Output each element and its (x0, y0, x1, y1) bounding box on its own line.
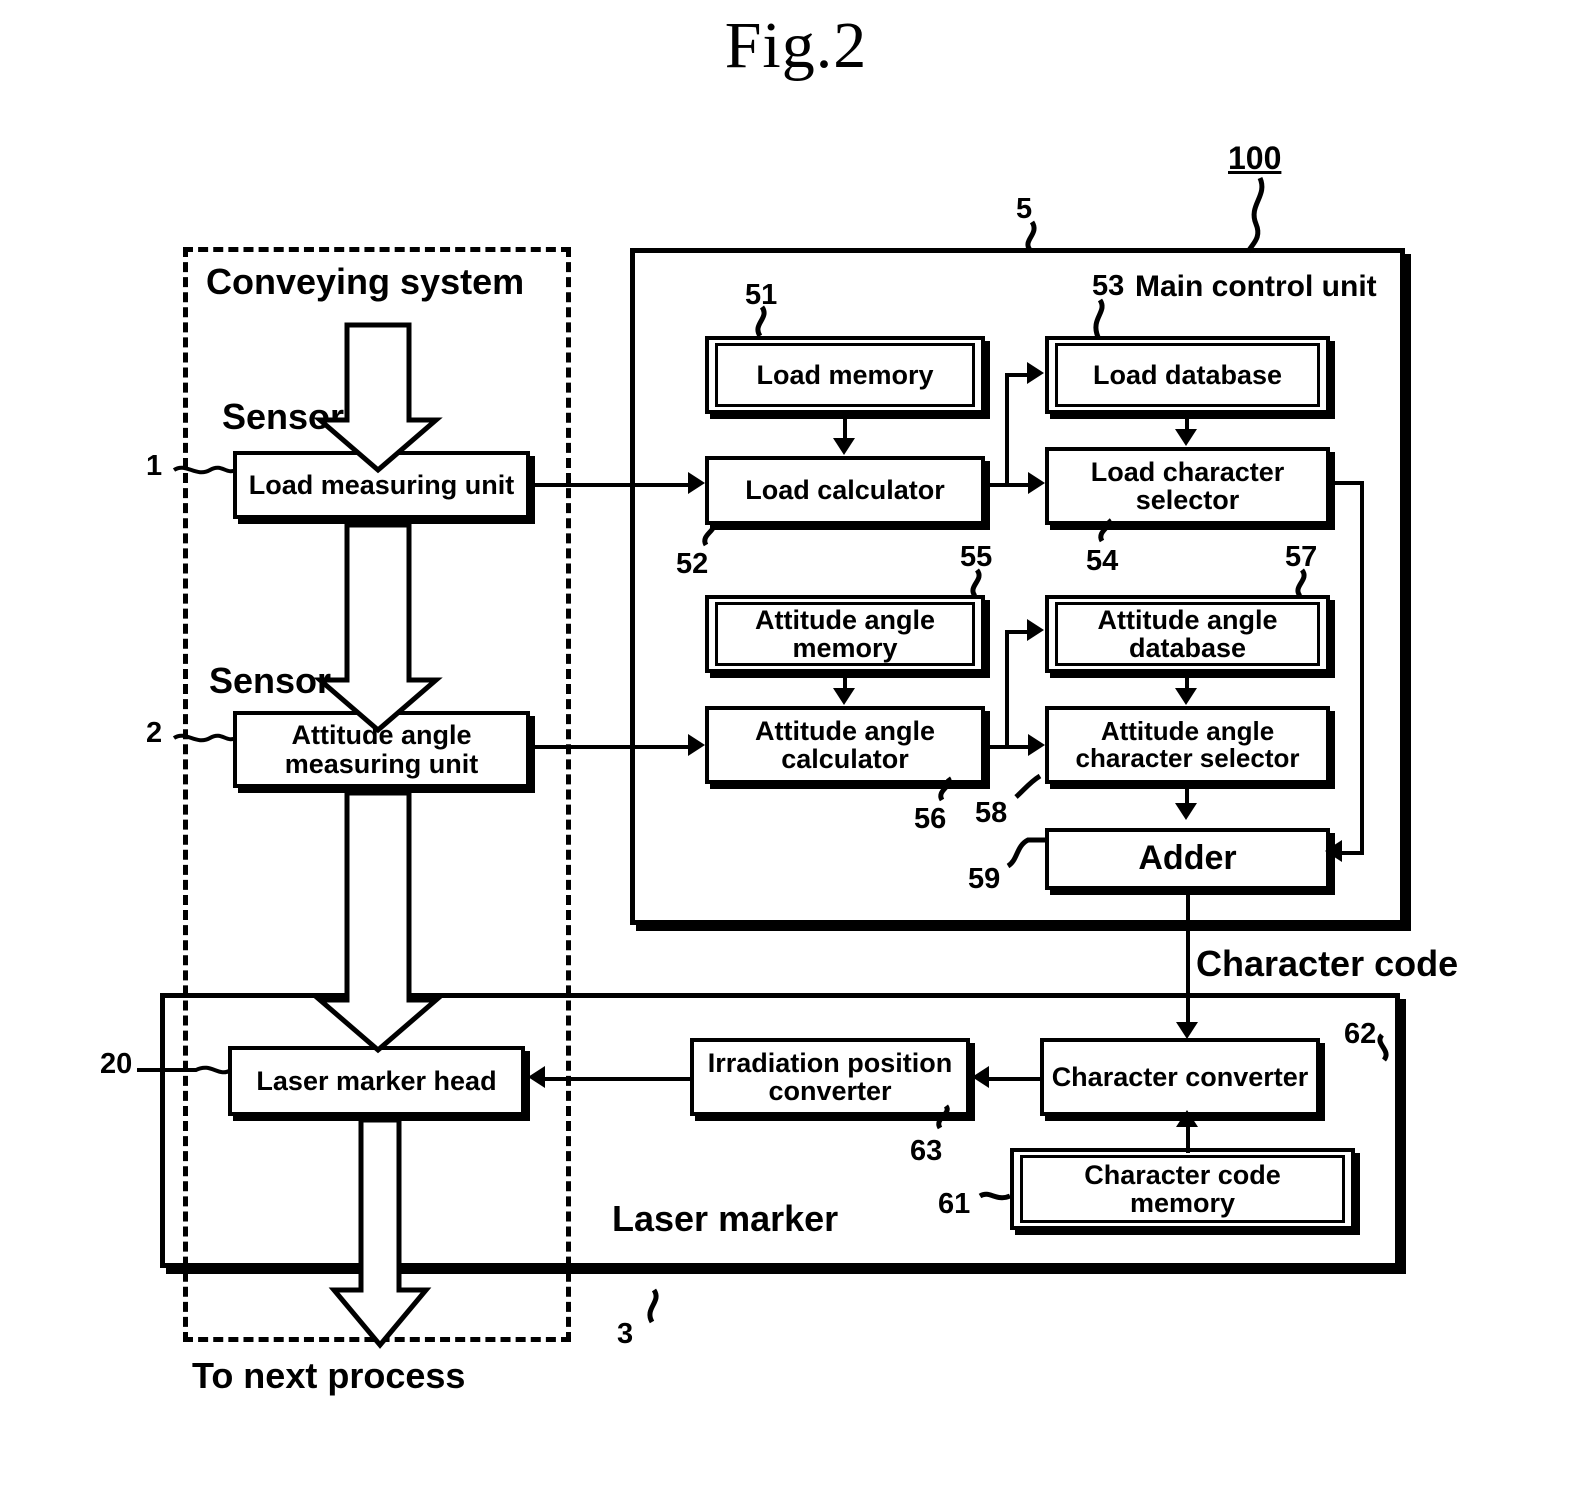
line-load-sel-to-adder (1340, 851, 1364, 855)
load-measuring-unit-block[interactable]: Load measuring unit (233, 451, 530, 519)
arrow-to-att-db (1027, 619, 1044, 641)
character-code-label: Character code (1196, 943, 1459, 984)
load-calculator-block[interactable]: Load calculator (705, 456, 985, 525)
line-adder-to-char-conv (1186, 890, 1190, 1030)
ref-load-measuring-unit-1: 1 (146, 450, 163, 482)
arrow-code-mem-to-conv (1176, 1110, 1198, 1127)
laser-marker-label: Laser marker (612, 1198, 839, 1239)
arrow-att-db-to-sel (1175, 688, 1197, 705)
leader-100 (1245, 176, 1265, 254)
arrow-irr-to-head (528, 1066, 545, 1088)
load-calculator-label: Load calculator (745, 475, 945, 506)
attitude-angle-memory-line1: Attitude angle (755, 604, 935, 635)
leader-5 (1025, 220, 1037, 252)
load-memory-block[interactable]: Load memory (705, 336, 985, 414)
character-code-memory-line2: memory (1129, 1188, 1236, 1218)
ref-irradiation-position-converter-63: 63 (910, 1135, 943, 1167)
load-measuring-unit-label: Load measuring unit (248, 469, 515, 500)
attitude-angle-character-selector-block[interactable]: Attitude angle character selector (1045, 706, 1330, 784)
attitude-angle-database-line1: Attitude angle (1097, 604, 1278, 635)
load-character-selector-block[interactable]: Load character selector (1045, 447, 1330, 525)
irradiation-position-converter-line2: converter (768, 1076, 892, 1106)
line-load-sel-right (1330, 481, 1364, 485)
line-char-conv-to-irr (988, 1077, 1040, 1081)
laser-marker-head-label: Laser marker head (256, 1065, 497, 1096)
arrow-amu-to-att-calc (688, 734, 705, 756)
character-converter-label: Character converter (1051, 1061, 1309, 1092)
attitude-angle-calculator-line1: Attitude angle (755, 715, 935, 746)
main-control-unit-label: Main control unit (1135, 270, 1377, 303)
conveying-system-label: Conveying system (206, 261, 525, 302)
ref-main-control-unit-5: 5 (1016, 193, 1033, 225)
ref-attitude-angle-character-selector-58: 58 (975, 797, 1008, 829)
sensor-label-1: Sensor (222, 396, 345, 437)
ref-load-calculator-52: 52 (676, 548, 709, 580)
load-character-selector-line2: selector (1135, 485, 1240, 515)
line-irr-to-head (545, 1077, 690, 1081)
ref-load-memory-51: 51 (745, 279, 778, 311)
arrow-att-mem-to-calc (833, 688, 855, 705)
attitude-angle-calculator-block[interactable]: Attitude angle calculator (705, 706, 985, 784)
ref-character-code-memory-61: 61 (938, 1188, 971, 1220)
character-code-memory-block[interactable]: Character code memory (1010, 1148, 1355, 1230)
arrow-att-calc-to-sel (1028, 734, 1045, 756)
attitude-angle-memory-line2: memory (792, 633, 898, 663)
arrow-load-db-to-sel (1175, 429, 1197, 446)
arrow-char-conv-to-irr (972, 1066, 989, 1088)
attitude-angle-character-selector-line2: character selector (1075, 743, 1300, 773)
ref-laser-marker-head-20: 20 (100, 1048, 133, 1080)
ref-attitude-angle-calculator-56: 56 (914, 803, 947, 835)
line-to-load-db (1005, 373, 1029, 377)
leader-3 (647, 1288, 659, 1324)
arrow-adder-to-char-conv (1176, 1022, 1198, 1039)
ref-attitude-measuring-unit-2: 2 (146, 717, 163, 749)
line-amu-to-att-calc (530, 745, 688, 749)
character-converter-block[interactable]: Character converter (1040, 1038, 1320, 1116)
ref-character-converter-62: 62 (1344, 1018, 1377, 1050)
attitude-angle-measuring-unit-block[interactable]: Attitude angle measuring unit (233, 711, 530, 788)
line-load-calc-up (1005, 373, 1009, 485)
attitude-angle-database-line2: database (1128, 633, 1247, 663)
load-database-label: Load database (1092, 359, 1283, 390)
figure-title: Fig.2 (724, 9, 868, 82)
line-load-sel-down (1360, 481, 1364, 853)
attitude-angle-memory-block[interactable]: Attitude angle memory (705, 595, 985, 673)
load-database-block[interactable]: Load database (1045, 336, 1330, 414)
arrow-load-calc-to-sel (1028, 472, 1045, 494)
attitude-measuring-unit-line1: Attitude angle (291, 720, 472, 751)
arrow-att-sel-to-adder (1175, 803, 1197, 820)
adder-block[interactable]: Adder (1045, 828, 1330, 890)
sensor-label-2: Sensor (209, 660, 332, 701)
character-code-memory-line1: Character code (1084, 1159, 1281, 1190)
to-next-process-label: To next process (192, 1355, 466, 1396)
laser-marker-head-block[interactable]: Laser marker head (228, 1046, 525, 1116)
ref-load-character-selector-54: 54 (1086, 545, 1119, 577)
ref-load-database-53: 53 (1092, 270, 1125, 302)
ref-attitude-angle-database-57: 57 (1285, 541, 1318, 573)
arrow-load-mem-to-calc (833, 438, 855, 455)
load-character-selector-line1: Load character (1090, 456, 1285, 487)
arrow-load-sel-to-adder (1325, 840, 1342, 862)
line-att-calc-up (1005, 630, 1009, 747)
patent-figure-page: Fig.2 100 5 Conveying system Main contro… (0, 0, 1592, 1511)
attitude-angle-database-block[interactable]: Attitude angle database (1045, 595, 1330, 673)
ref-system-100: 100 (1228, 140, 1282, 176)
line-to-att-db (1005, 630, 1029, 634)
adder-label: Adder (1138, 839, 1237, 878)
ref-laser-marker-3: 3 (617, 1318, 634, 1350)
arrow-lmu-to-load-calc (688, 472, 705, 494)
attitude-measuring-unit-line2: measuring unit (284, 748, 479, 779)
attitude-angle-calculator-line2: calculator (781, 744, 909, 774)
ref-adder-59: 59 (968, 863, 1001, 895)
load-memory-label: Load memory (756, 359, 934, 390)
irradiation-position-converter-line1: Irradiation position (707, 1047, 953, 1078)
ref-attitude-angle-memory-55: 55 (960, 541, 993, 573)
arrow-to-load-db (1027, 362, 1044, 384)
line-code-mem-to-conv (1186, 1125, 1190, 1153)
attitude-angle-character-selector-line1: Attitude angle (1100, 715, 1275, 746)
line-lmu-to-load-calc (530, 483, 688, 487)
irradiation-position-converter-block[interactable]: Irradiation position converter (690, 1038, 970, 1116)
